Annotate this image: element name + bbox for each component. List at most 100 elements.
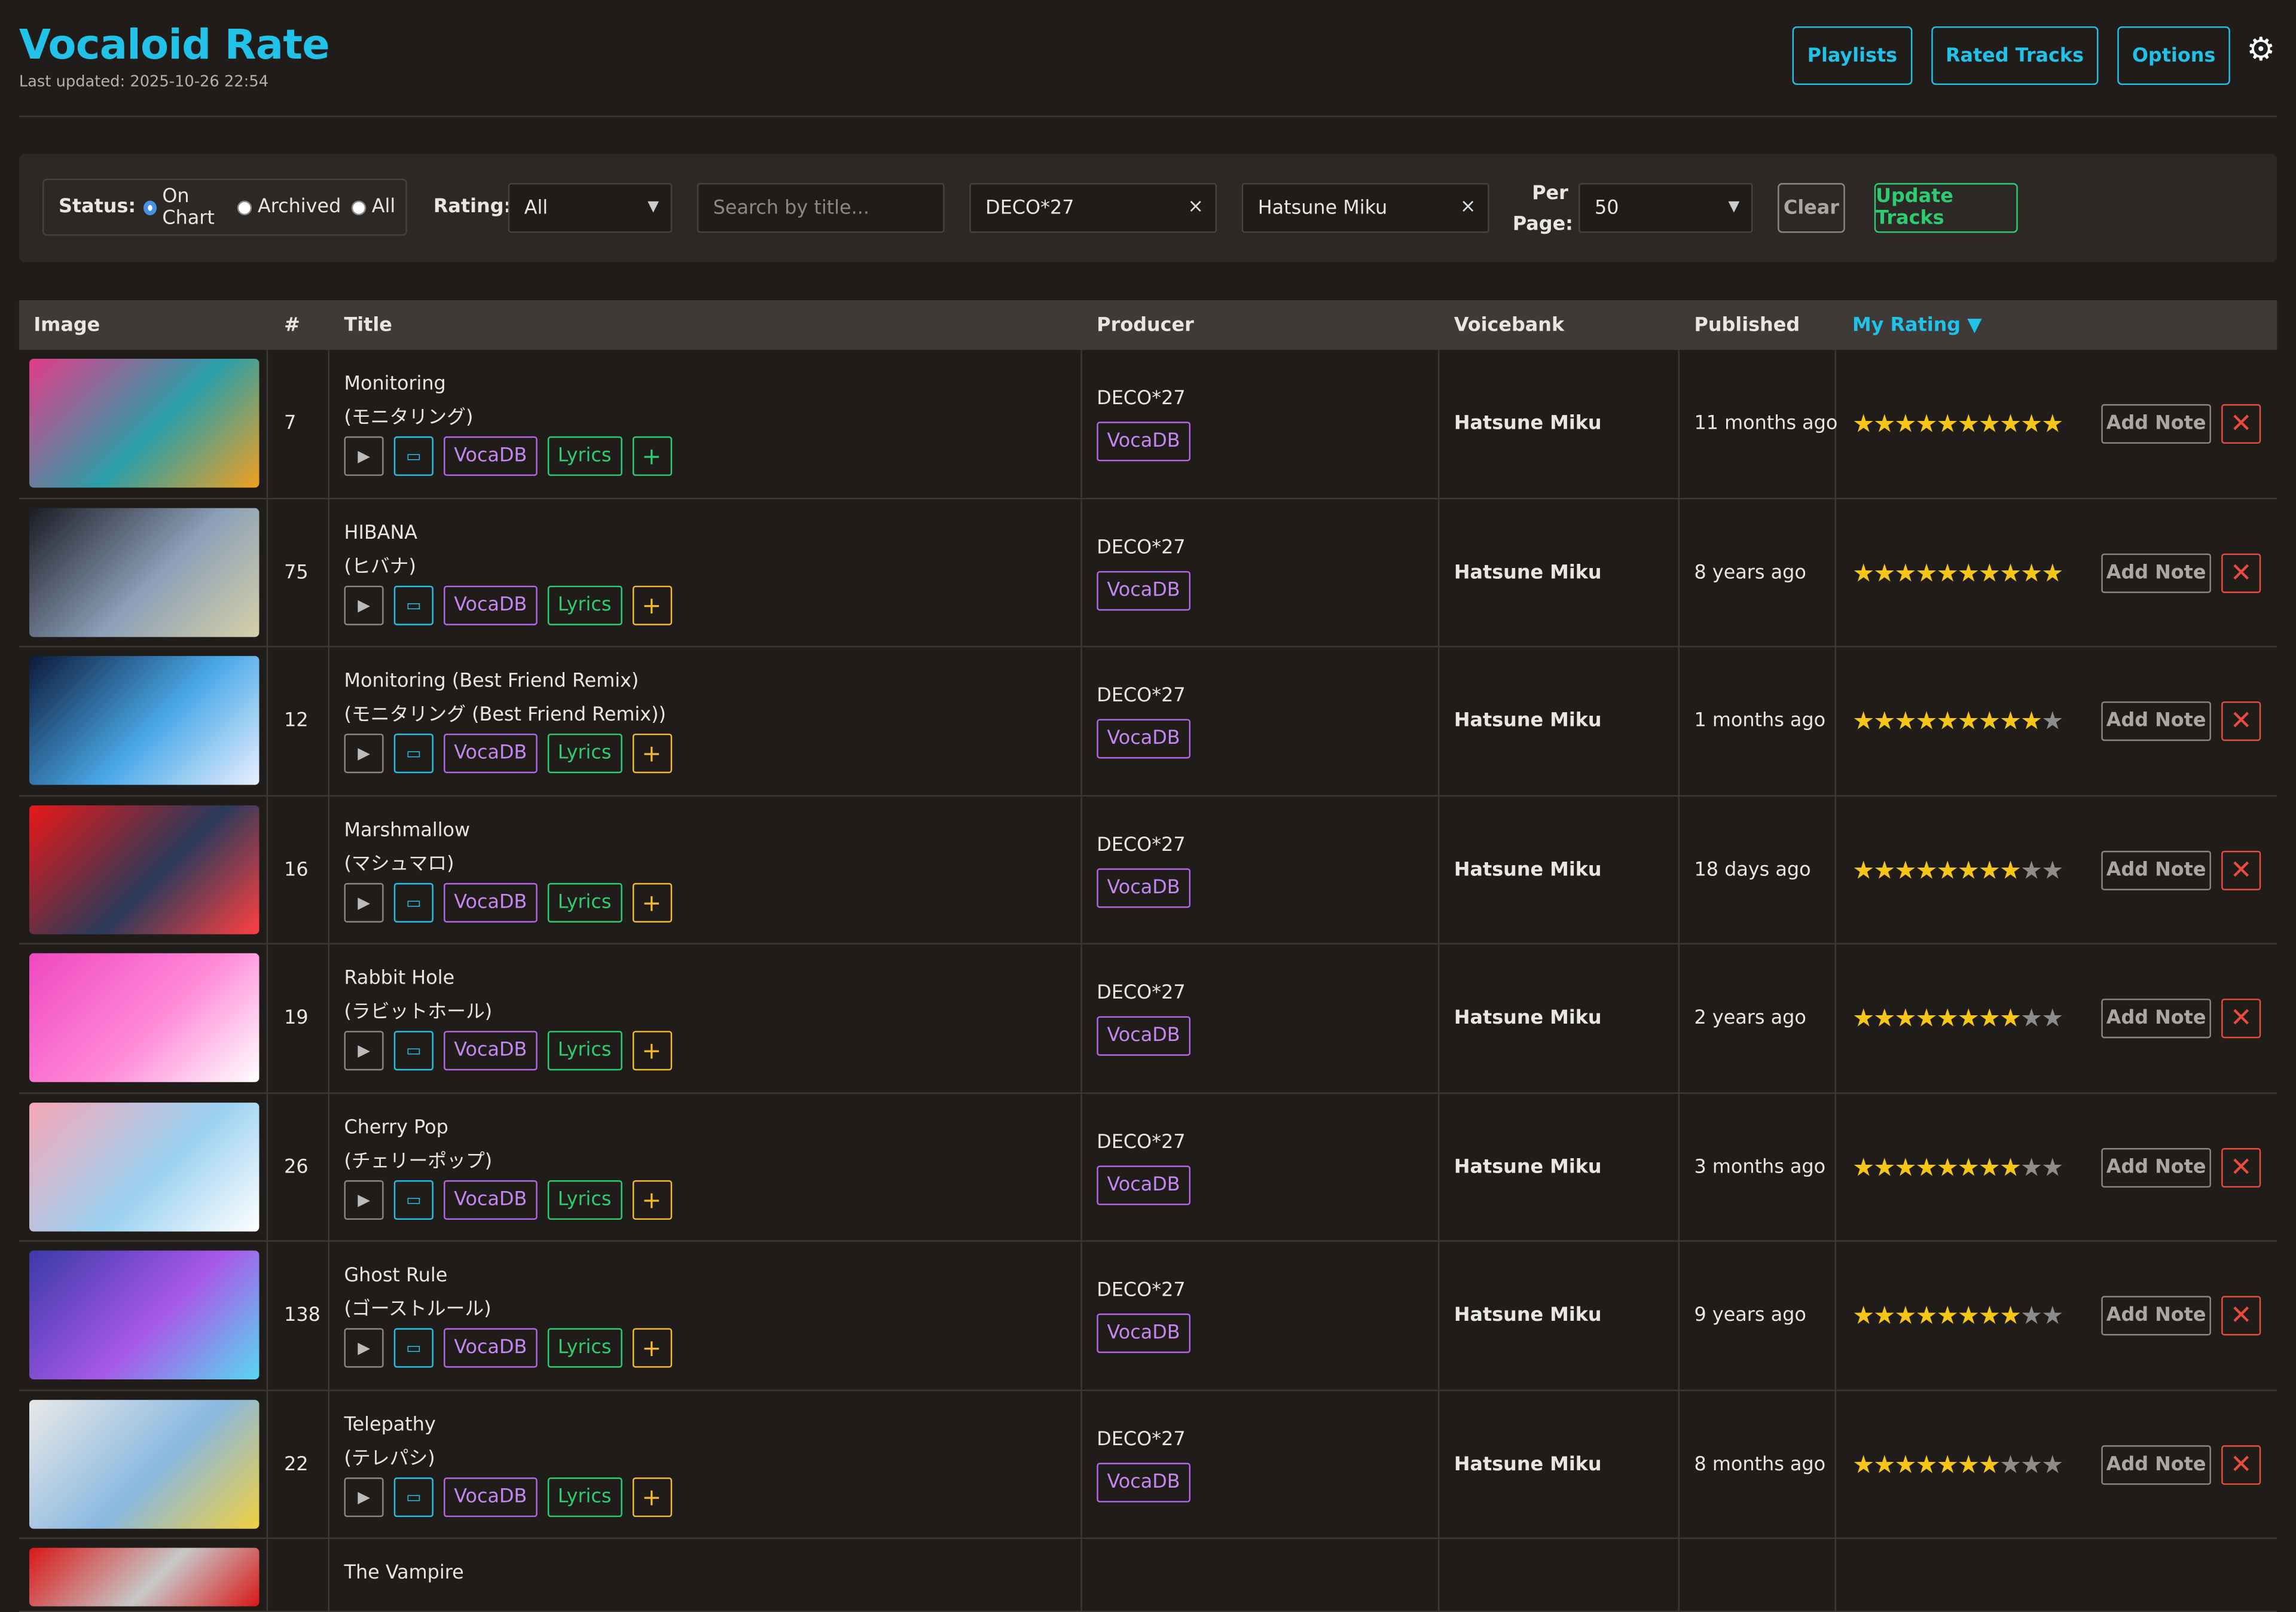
star-icon[interactable]: ★ xyxy=(1894,558,1916,588)
star-icon[interactable]: ★ xyxy=(1979,1302,2001,1331)
star-icon[interactable]: ★ xyxy=(1873,558,1895,588)
add-to-playlist-button[interactable]: + xyxy=(631,733,671,774)
lyrics-button[interactable]: Lyrics xyxy=(547,1476,622,1516)
monitor-icon[interactable]: ▭ xyxy=(393,733,433,774)
rating-stars[interactable]: ★★★★★★★★★★ xyxy=(1852,1153,2064,1183)
monitor-icon[interactable]: ▭ xyxy=(393,1476,433,1516)
status-option-on-chart[interactable]: On Chart xyxy=(143,185,227,229)
star-icon[interactable]: ★ xyxy=(2041,1302,2063,1331)
star-icon[interactable]: ★ xyxy=(1936,856,1958,885)
add-to-playlist-button[interactable]: + xyxy=(631,1031,671,1071)
star-icon[interactable]: ★ xyxy=(1958,707,1980,737)
vocadb-button[interactable]: VocaDB xyxy=(444,585,538,625)
star-icon[interactable]: ★ xyxy=(1999,558,2022,588)
star-icon[interactable]: ★ xyxy=(1852,410,1874,439)
star-icon[interactable]: ★ xyxy=(1852,1302,1874,1331)
monitor-icon[interactable]: ▭ xyxy=(393,1031,433,1071)
clear-button[interactable]: Clear xyxy=(1778,183,1845,233)
star-icon[interactable]: ★ xyxy=(1979,707,2001,737)
producer-vocadb-button[interactable]: VocaDB xyxy=(1097,570,1190,610)
add-note-button[interactable]: Add Note xyxy=(2101,404,2211,444)
gear-icon[interactable]: ⚙ xyxy=(2245,35,2277,68)
add-to-playlist-button[interactable]: + xyxy=(631,1179,671,1219)
star-icon[interactable]: ★ xyxy=(1915,558,1937,588)
rated-tracks-button[interactable]: Rated Tracks xyxy=(1931,26,2099,86)
star-icon[interactable]: ★ xyxy=(1915,1302,1937,1331)
star-icon[interactable]: ★ xyxy=(1979,856,2001,885)
star-icon[interactable]: ★ xyxy=(1894,1005,1916,1034)
rating-stars[interactable]: ★★★★★★★★★★ xyxy=(1852,1451,2064,1480)
star-icon[interactable]: ★ xyxy=(2020,1451,2042,1480)
producer-vocadb-button[interactable]: VocaDB xyxy=(1097,719,1190,759)
star-icon[interactable]: ★ xyxy=(2041,856,2063,885)
rating-stars[interactable]: ★★★★★★★★★★ xyxy=(1852,1005,2064,1034)
star-icon[interactable]: ★ xyxy=(1852,707,1874,737)
star-icon[interactable]: ★ xyxy=(1873,1302,1895,1331)
star-icon[interactable]: ★ xyxy=(1979,1451,2001,1480)
lyrics-button[interactable]: Lyrics xyxy=(547,1328,622,1368)
star-icon[interactable]: ★ xyxy=(1999,1005,2022,1034)
vocadb-button[interactable]: VocaDB xyxy=(444,1031,538,1071)
close-icon[interactable]: ✕ xyxy=(2221,1296,2261,1336)
star-icon[interactable]: ★ xyxy=(1979,410,2001,439)
play-icon[interactable]: ▶ xyxy=(344,436,384,476)
star-icon[interactable]: ★ xyxy=(1979,1153,2001,1183)
star-icon[interactable]: ★ xyxy=(2041,1451,2063,1480)
producer-filter[interactable]: DECO*27 × xyxy=(969,183,1217,233)
star-icon[interactable]: ★ xyxy=(1915,856,1937,885)
lyrics-button[interactable]: Lyrics xyxy=(547,1179,622,1219)
status-option-archived[interactable]: Archived xyxy=(237,196,341,218)
star-icon[interactable]: ★ xyxy=(1873,856,1895,885)
close-icon[interactable]: ✕ xyxy=(2221,850,2261,890)
clear-producer-icon[interactable]: × xyxy=(1187,196,1204,218)
star-icon[interactable]: ★ xyxy=(1852,1005,1874,1034)
lyrics-button[interactable]: Lyrics xyxy=(547,882,622,922)
add-to-playlist-button[interactable]: + xyxy=(631,436,671,476)
star-icon[interactable]: ★ xyxy=(1894,856,1916,885)
star-icon[interactable]: ★ xyxy=(1915,1153,1937,1183)
vocadb-button[interactable]: VocaDB xyxy=(444,733,538,774)
star-icon[interactable]: ★ xyxy=(1873,1005,1895,1034)
monitor-icon[interactable]: ▭ xyxy=(393,436,433,476)
star-icon[interactable]: ★ xyxy=(1873,1451,1895,1480)
add-to-playlist-button[interactable]: + xyxy=(631,1328,671,1368)
star-icon[interactable]: ★ xyxy=(1958,410,1980,439)
rating-select[interactable]: All ▼ xyxy=(508,183,673,233)
lyrics-button[interactable]: Lyrics xyxy=(547,1031,622,1071)
producer-vocadb-button[interactable]: VocaDB xyxy=(1097,1462,1190,1502)
star-icon[interactable]: ★ xyxy=(1894,1302,1916,1331)
play-icon[interactable]: ▶ xyxy=(344,733,384,774)
play-icon[interactable]: ▶ xyxy=(344,1031,384,1071)
add-note-button[interactable]: Add Note xyxy=(2101,1147,2211,1187)
star-icon[interactable]: ★ xyxy=(1999,1451,2022,1480)
play-icon[interactable]: ▶ xyxy=(344,882,384,922)
add-note-button[interactable]: Add Note xyxy=(2101,850,2211,890)
star-icon[interactable]: ★ xyxy=(2020,1153,2042,1183)
rating-stars[interactable]: ★★★★★★★★★★ xyxy=(1852,1302,2064,1331)
star-icon[interactable]: ★ xyxy=(1958,1302,1980,1331)
star-icon[interactable]: ★ xyxy=(2020,558,2042,588)
producer-vocadb-button[interactable]: VocaDB xyxy=(1097,1016,1190,1056)
close-icon[interactable]: ✕ xyxy=(2221,1444,2261,1485)
producer-vocadb-button[interactable]: VocaDB xyxy=(1097,1165,1190,1205)
monitor-icon[interactable]: ▭ xyxy=(393,1328,433,1368)
star-icon[interactable]: ★ xyxy=(1915,707,1937,737)
monitor-icon[interactable]: ▭ xyxy=(393,882,433,922)
lyrics-button[interactable]: Lyrics xyxy=(547,585,622,625)
play-icon[interactable]: ▶ xyxy=(344,1476,384,1516)
monitor-icon[interactable]: ▭ xyxy=(393,585,433,625)
lyrics-button[interactable]: Lyrics xyxy=(547,436,622,476)
star-icon[interactable]: ★ xyxy=(2020,1302,2042,1331)
star-icon[interactable]: ★ xyxy=(1936,1005,1958,1034)
monitor-icon[interactable]: ▭ xyxy=(393,1179,433,1219)
add-note-button[interactable]: Add Note xyxy=(2101,701,2211,741)
star-icon[interactable]: ★ xyxy=(1979,1005,2001,1034)
play-icon[interactable]: ▶ xyxy=(344,585,384,625)
rating-stars[interactable]: ★★★★★★★★★★ xyxy=(1852,558,2064,588)
add-to-playlist-button[interactable]: + xyxy=(631,1476,671,1516)
search-input[interactable]: Search by title... xyxy=(697,183,945,233)
radio-all[interactable] xyxy=(351,200,366,215)
star-icon[interactable]: ★ xyxy=(1915,410,1937,439)
play-icon[interactable]: ▶ xyxy=(344,1179,384,1219)
star-icon[interactable]: ★ xyxy=(1936,1302,1958,1331)
